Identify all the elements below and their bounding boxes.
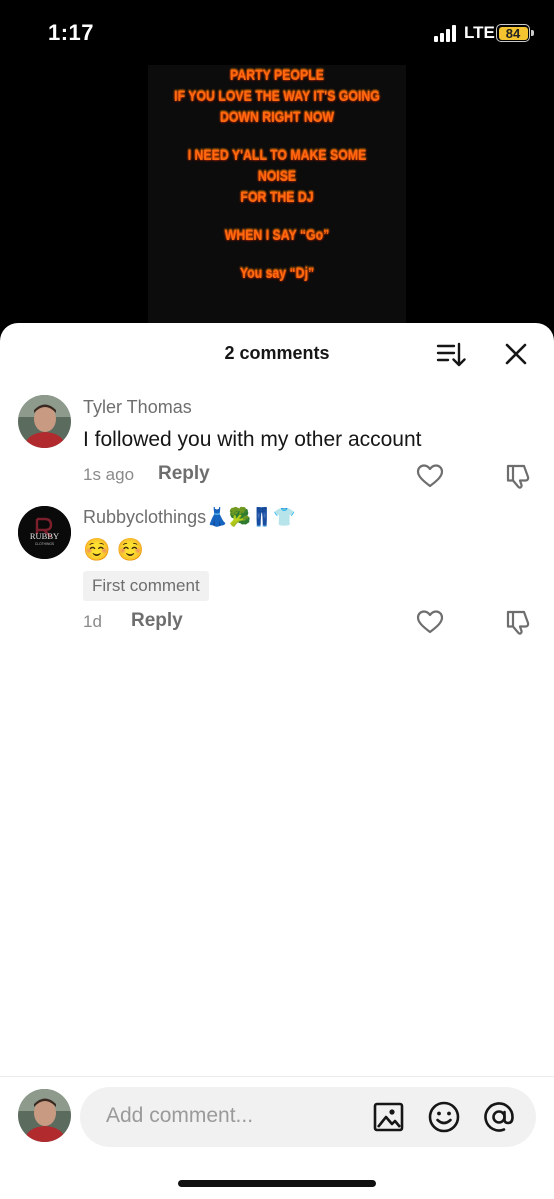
video-caption-line: DOWN RIGHT NOW	[219, 109, 335, 126]
image-icon[interactable]	[372, 1100, 406, 1134]
avatar[interactable]	[18, 395, 71, 448]
video-caption-line: I NEED Y'ALL TO MAKE SOME NOISE	[187, 147, 367, 185]
battery-icon: 84	[496, 24, 534, 42]
comment-text: ☺️ ☺️	[83, 537, 144, 562]
comment-input-placeholder: Add comment...	[106, 1104, 254, 1127]
comment-count: 2 comments	[224, 343, 330, 363]
comment-item: Tyler Thomas I followed you with my othe…	[0, 395, 554, 505]
sort-icon[interactable]	[436, 341, 466, 369]
video-caption-line	[171, 246, 383, 263]
video-caption-line: WHEN I SAY “Go”	[224, 227, 330, 244]
brand-logo-text: RUBBY	[30, 531, 59, 541]
video-frame[interactable]: PARTY PEOPLE IF YOU LOVE THE WAY IT'S GOI…	[148, 65, 406, 335]
comment-time: 1d	[83, 612, 102, 631]
video-caption-line	[171, 128, 383, 145]
network-label: LTE	[464, 23, 495, 42]
video-caption-line: You say “Dj”	[239, 265, 315, 282]
video-caption-line: FOR THE DJ	[240, 189, 314, 206]
comments-sheet: 2 comments Tyler Thomas I followed you w…	[0, 323, 554, 1199]
emoji-icon[interactable]	[427, 1100, 461, 1134]
comment-item: RUBBY CLOTHINGS Rubbyclothings👗🥦👖👕 ☺️ ☺️…	[0, 505, 554, 645]
battery-level: 84	[498, 26, 528, 40]
dislike-icon[interactable]	[504, 608, 532, 636]
my-avatar[interactable]	[18, 1089, 71, 1142]
avatar[interactable]: RUBBY CLOTHINGS	[18, 506, 71, 559]
status-bar: 1:17 LTE 84	[0, 0, 554, 64]
reply-button[interactable]: Reply	[158, 463, 210, 485]
mention-icon[interactable]	[482, 1100, 516, 1134]
first-comment-badge: First comment	[83, 571, 209, 601]
status-time: 1:17	[48, 20, 95, 45]
comment-composer: Add comment...	[0, 1076, 554, 1199]
comment-author[interactable]: Rubbyclothings👗🥦👖👕	[83, 507, 296, 528]
close-icon[interactable]	[503, 341, 529, 367]
signal-icon	[434, 25, 460, 42]
dislike-icon[interactable]	[504, 462, 532, 490]
reply-button[interactable]: Reply	[131, 610, 183, 632]
comment-time: 1s ago	[83, 465, 135, 484]
video-caption-line	[171, 208, 383, 225]
video-caption-line: IF YOU LOVE THE WAY IT'S GOING	[174, 88, 380, 105]
home-indicator[interactable]	[178, 1180, 376, 1187]
video-caption: PARTY PEOPLE IF YOU LOVE THE WAY IT'S GOI…	[171, 65, 383, 284]
video-caption-line: PARTY PEOPLE	[230, 67, 324, 84]
comment-input[interactable]: Add comment...	[80, 1087, 536, 1147]
comment-author[interactable]: Tyler Thomas	[83, 397, 192, 418]
sheet-header: 2 comments	[0, 323, 554, 385]
heart-icon[interactable]	[416, 463, 444, 489]
brand-logo-subtext: CLOTHINGS	[35, 542, 55, 546]
heart-icon[interactable]	[416, 609, 444, 635]
screen: 1:17 LTE 84 PARTY PEOPLE IF YOU LOVE THE …	[0, 0, 554, 1199]
comment-text: I followed you with my other account	[83, 428, 422, 451]
